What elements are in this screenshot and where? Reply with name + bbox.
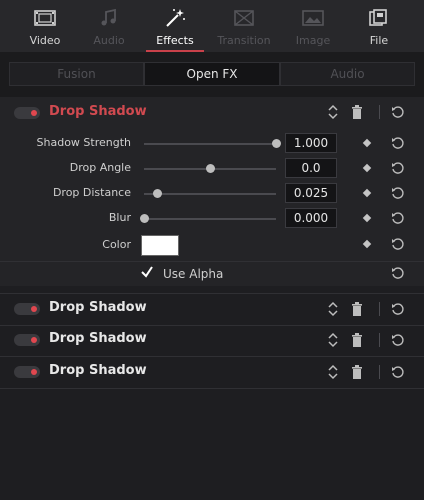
param-value-field[interactable]: 1.000	[285, 133, 337, 153]
header-separator	[379, 365, 380, 379]
param-value-field[interactable]: 0.0	[285, 158, 337, 178]
tab-image-label: Image	[295, 34, 331, 47]
segment-fusion[interactable]: Fusion	[9, 62, 144, 86]
header-separator	[379, 302, 380, 316]
header-separator	[379, 333, 380, 347]
effect-enable-toggle[interactable]	[14, 107, 40, 119]
use-alpha-label: Use Alpha	[163, 267, 224, 281]
trash-icon[interactable]	[351, 365, 363, 379]
film-icon	[34, 10, 56, 26]
param-reset-icon[interactable]	[391, 161, 405, 175]
segment-open-fx[interactable]: Open FX	[144, 62, 280, 86]
tab-file[interactable]: File	[346, 0, 412, 52]
tab-effects[interactable]: Effects	[142, 0, 208, 52]
param-label: Drop Angle	[69, 161, 131, 174]
tab-effects-label: Effects	[156, 34, 194, 47]
param-slider-track[interactable]	[144, 218, 276, 220]
reorder-icon[interactable]	[327, 104, 339, 120]
reset-icon[interactable]	[391, 302, 405, 316]
param-slider-thumb[interactable]	[272, 139, 281, 148]
param-slider-track[interactable]	[144, 143, 276, 145]
use-alpha-checkbox[interactable]	[140, 265, 154, 279]
effect-divider	[0, 293, 424, 294]
param-value-field[interactable]: 0.025	[285, 183, 337, 203]
reorder-icon[interactable]	[327, 364, 339, 380]
param-label: Drop Distance	[52, 186, 131, 199]
trash-icon[interactable]	[351, 302, 363, 316]
header-separator	[379, 105, 380, 119]
effect-title[interactable]: Drop Shadow	[49, 331, 147, 346]
tab-video[interactable]: Video	[12, 0, 78, 52]
color-swatch[interactable]	[141, 235, 179, 256]
tab-file-label: File	[369, 34, 389, 47]
param-value-field[interactable]: 0.000	[285, 208, 337, 228]
reset-icon[interactable]	[391, 365, 405, 379]
tab-audio-label: Audio	[93, 34, 125, 47]
tab-video-label: Video	[29, 34, 61, 47]
reorder-icon[interactable]	[327, 301, 339, 317]
image-icon	[302, 10, 324, 26]
tab-audio[interactable]: Audio	[76, 0, 142, 52]
tab-transition-label: Transition	[217, 34, 271, 47]
transition-icon	[234, 10, 254, 26]
param-reset-icon[interactable]	[391, 211, 405, 225]
segment-audio[interactable]: Audio	[280, 62, 415, 86]
tab-transition[interactable]: Transition	[211, 0, 277, 52]
magic-wand-icon	[166, 9, 185, 27]
effect-enable-toggle[interactable]	[14, 366, 40, 378]
param-slider-track[interactable]	[144, 193, 276, 195]
reorder-icon[interactable]	[327, 332, 339, 348]
param-label: Blur	[108, 211, 131, 224]
trash-icon[interactable]	[351, 105, 363, 119]
effect-divider	[0, 388, 424, 389]
effect-title[interactable]: Drop Shadow	[49, 363, 147, 378]
section-divider	[0, 261, 424, 262]
reset-icon[interactable]	[391, 105, 405, 119]
reset-icon[interactable]	[391, 333, 405, 347]
param-reset-icon[interactable]	[391, 186, 405, 200]
param-reset-icon[interactable]	[391, 136, 405, 150]
music-note-icon	[101, 8, 116, 26]
file-icon	[369, 9, 387, 26]
effect-enable-toggle[interactable]	[14, 303, 40, 315]
color-label: Color	[102, 238, 131, 251]
param-slider-thumb[interactable]	[140, 214, 149, 223]
param-slider-thumb[interactable]	[206, 164, 215, 173]
effect-title: Drop Shadow	[49, 104, 147, 119]
effect-divider	[0, 356, 424, 357]
param-label: Shadow Strength	[36, 136, 131, 149]
effect-enable-toggle[interactable]	[14, 334, 40, 346]
trash-icon[interactable]	[351, 333, 363, 347]
effect-title[interactable]: Drop Shadow	[49, 300, 147, 315]
inspector-tab-bar: Video Audio Effects Transition Image Fil…	[0, 0, 424, 52]
use-alpha-reset-icon[interactable]	[391, 266, 405, 280]
effect-divider	[0, 325, 424, 326]
color-reset-icon[interactable]	[391, 237, 405, 251]
tab-image[interactable]: Image	[280, 0, 346, 52]
